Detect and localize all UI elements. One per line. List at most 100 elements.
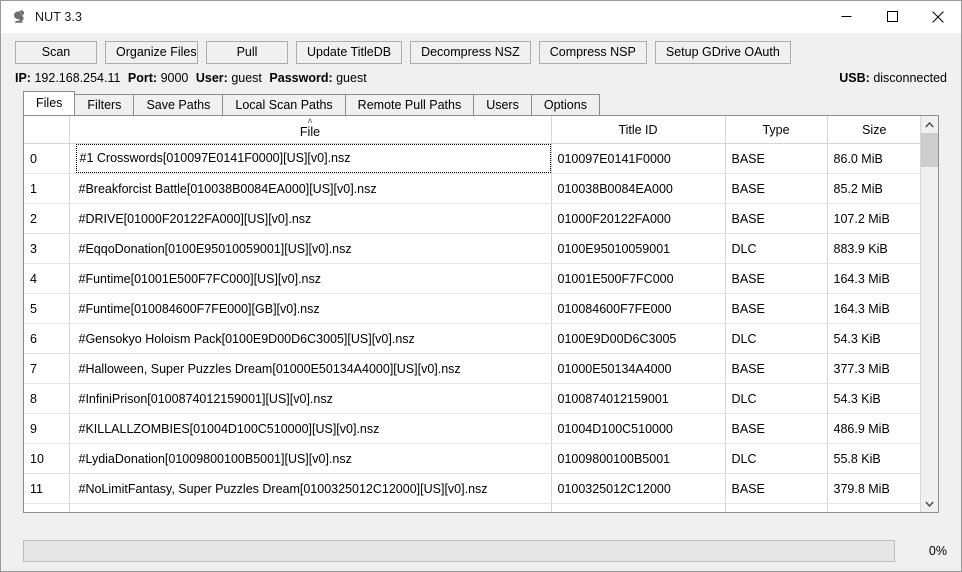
scrollbar-thumb[interactable] bbox=[921, 133, 938, 167]
title-id-cell[interactable]: 01000E50134A4000 bbox=[551, 353, 726, 384]
type-cell[interactable]: BASE bbox=[725, 203, 828, 234]
file-name-cell[interactable]: #Funtime[01001E500F7FC000][US][v0].nsz bbox=[69, 263, 552, 294]
title-id-cell[interactable]: 0100E95010059001 bbox=[551, 233, 726, 264]
size-cell[interactable]: 377.3 MiB bbox=[827, 353, 920, 384]
scrollbar-track[interactable] bbox=[921, 133, 938, 495]
type-cell[interactable]: DLC bbox=[725, 233, 828, 264]
size-cell[interactable]: 86.0 MiB bbox=[827, 143, 920, 174]
column-header-index[interactable] bbox=[24, 116, 70, 144]
file-name-cell[interactable]: #1 Crosswords[010097E0141F0000][US][v0].… bbox=[69, 143, 552, 174]
decompress-nsz-button[interactable]: Decompress NSZ bbox=[410, 41, 531, 64]
tab-files[interactable]: Files bbox=[23, 91, 76, 115]
title-id-cell[interactable]: 010084600F7FE000 bbox=[551, 293, 726, 324]
connection-info-bar: IP: 192.168.254.11 Port: 9000 User: gues… bbox=[1, 64, 961, 89]
title-id-cell[interactable]: 01009800100B5001 bbox=[551, 443, 726, 474]
tab-save-paths[interactable]: Save Paths bbox=[133, 94, 224, 116]
column-header-type[interactable]: Type bbox=[725, 116, 828, 144]
file-name-cell[interactable]: #EqqoDonation[0100E95010059001][US][v0].… bbox=[69, 233, 552, 264]
type-cell[interactable]: BASE bbox=[725, 293, 828, 324]
tab-options[interactable]: Options bbox=[530, 94, 600, 116]
ip-label: IP: bbox=[15, 71, 31, 85]
column-header-file[interactable]: ˄ File bbox=[69, 116, 552, 144]
table-row[interactable]: 2 #DRIVE[01000F20122FA000][US][v0].nsz 010… bbox=[24, 203, 920, 234]
table-row[interactable]: 10 #LydiaDonation[01009800100B5001][US][v… bbox=[24, 443, 920, 474]
table-row[interactable]: 8 #InfiniPrison[0100874012159001][US][v0]… bbox=[24, 383, 920, 414]
title-id-cell[interactable]: 0100325012C12000 bbox=[551, 473, 726, 504]
file-name-text: #LydiaDonation[01009800100B5001][US][v0]… bbox=[78, 451, 352, 466]
table-row[interactable]: 0 #1 Crosswords[010097E0141F0000][US][v0]… bbox=[24, 143, 920, 174]
size-cell[interactable]: 883.9 KiB bbox=[827, 233, 920, 264]
tab-filters[interactable]: Filters bbox=[74, 94, 135, 116]
close-button[interactable] bbox=[915, 1, 961, 32]
title-id-cell[interactable]: 01004D100C510000 bbox=[551, 413, 726, 444]
file-name-cell[interactable]: #Breakforcist Battle[010038B0084EA000][U… bbox=[69, 173, 552, 204]
file-name-cell[interactable]: #DRIVE[01000F20122FA000][US][v0].nsz bbox=[69, 203, 552, 234]
type-cell[interactable]: BASE bbox=[725, 353, 828, 384]
size-cell[interactable]: 140.2 MiB bbox=[827, 503, 920, 512]
file-name-cell[interactable]: #PocoDieRun[0100FD400F5C8000][US][v0].ns… bbox=[69, 503, 552, 512]
row-index-cell: 3 bbox=[24, 233, 70, 264]
minimize-button[interactable] bbox=[823, 1, 869, 32]
title-id-cell[interactable]: 01001E500F7FC000 bbox=[551, 263, 726, 294]
maximize-button[interactable] bbox=[869, 1, 915, 32]
column-header-title-id[interactable]: Title ID bbox=[551, 116, 726, 144]
file-name-cell[interactable]: #Halloween, Super Puzzles Dream[01000E50… bbox=[69, 353, 552, 384]
type-cell[interactable]: DLC bbox=[725, 443, 828, 474]
type-cell[interactable]: BASE bbox=[725, 143, 828, 174]
file-name-cell[interactable]: #NoLimitFantasy, Super Puzzles Dream[010… bbox=[69, 473, 552, 504]
column-header-size[interactable]: Size bbox=[827, 116, 920, 144]
title-bar: NUT 3.3 bbox=[1, 1, 961, 33]
file-name-text: #InfiniPrison[0100874012159001][US][v0].… bbox=[78, 391, 333, 406]
tab-remote-pull-paths[interactable]: Remote Pull Paths bbox=[344, 94, 475, 116]
user-value: guest bbox=[231, 71, 262, 85]
compress-nsp-button[interactable]: Compress NSP bbox=[538, 41, 647, 64]
size-cell[interactable]: 55.8 KiB bbox=[827, 443, 920, 474]
file-name-cell[interactable]: #Gensokyo Holoism Pack[0100E9D00D6C3005]… bbox=[69, 323, 552, 354]
size-cell[interactable]: 164.3 MiB bbox=[827, 293, 920, 324]
type-cell[interactable]: DLC bbox=[725, 383, 828, 414]
file-name-cell[interactable]: #LydiaDonation[01009800100B5001][US][v0]… bbox=[69, 443, 552, 474]
pull-button[interactable]: Pull bbox=[206, 41, 288, 64]
table-row[interactable]: 9 #KILLALLZOMBIES[01004D100C510000][US][v… bbox=[24, 413, 920, 444]
title-id-cell[interactable]: 0100FD400F5C8000 bbox=[551, 503, 726, 512]
update-titledb-button[interactable]: Update TitleDB bbox=[296, 41, 403, 64]
type-cell[interactable]: BASE bbox=[725, 473, 828, 504]
size-cell[interactable]: 107.2 MiB bbox=[827, 203, 920, 234]
file-name-cell[interactable]: #KILLALLZOMBIES[01004D100C510000][US][v0… bbox=[69, 413, 552, 444]
tab-users[interactable]: Users bbox=[473, 94, 532, 116]
title-id-cell[interactable]: 0100874012159001 bbox=[551, 383, 726, 414]
title-id-cell[interactable]: 010038B0084EA000 bbox=[551, 173, 726, 204]
type-cell[interactable]: DLC bbox=[725, 323, 828, 354]
table-row[interactable]: 12 #PocoDieRun[0100FD400F5C8000][US][v0].… bbox=[24, 503, 920, 512]
vertical-scrollbar[interactable] bbox=[920, 116, 938, 512]
table-row[interactable]: 5 #Funtime[010084600F7FE000][GB][v0].nsz 0… bbox=[24, 293, 920, 324]
scroll-up-arrow-icon[interactable] bbox=[921, 116, 938, 133]
scan-button[interactable]: Scan bbox=[15, 41, 97, 64]
size-cell[interactable]: 54.3 KiB bbox=[827, 323, 920, 354]
table-row[interactable]: 7 #Halloween, Super Puzzles Dream[01000E5… bbox=[24, 353, 920, 384]
title-id-cell[interactable]: 01000F20122FA000 bbox=[551, 203, 726, 234]
size-cell[interactable]: 486.9 MiB bbox=[827, 413, 920, 444]
table-row[interactable]: 1 #Breakforcist Battle[010038B0084EA000][… bbox=[24, 173, 920, 204]
size-cell[interactable]: 379.8 MiB bbox=[827, 473, 920, 504]
title-id-cell[interactable]: 010097E0141F0000 bbox=[551, 143, 726, 174]
column-header-file-label: File bbox=[299, 125, 321, 139]
table-row[interactable]: 11 #NoLimitFantasy, Super Puzzles Dream[0… bbox=[24, 473, 920, 504]
file-name-cell[interactable]: #InfiniPrison[0100874012159001][US][v0].… bbox=[69, 383, 552, 414]
setup-gdrive-oauth-button[interactable]: Setup GDrive OAuth bbox=[654, 41, 791, 64]
organize-files-button[interactable]: Organize Files bbox=[105, 41, 198, 64]
type-cell[interactable]: BASE bbox=[725, 413, 828, 444]
table-row[interactable]: 6 #Gensokyo Holoism Pack[0100E9D00D6C3005… bbox=[24, 323, 920, 354]
type-cell[interactable]: BASE bbox=[725, 263, 828, 294]
tab-local-scan-paths[interactable]: Local Scan Paths bbox=[222, 94, 346, 116]
title-id-cell[interactable]: 0100E9D00D6C3005 bbox=[551, 323, 726, 354]
file-name-cell[interactable]: #Funtime[010084600F7FE000][GB][v0].nsz bbox=[69, 293, 552, 324]
size-cell[interactable]: 164.3 MiB bbox=[827, 263, 920, 294]
table-row[interactable]: 4 #Funtime[01001E500F7FC000][US][v0].nsz 0… bbox=[24, 263, 920, 294]
type-cell[interactable]: BASE bbox=[725, 173, 828, 204]
table-row[interactable]: 3 #EqqoDonation[0100E95010059001][US][v0]… bbox=[24, 233, 920, 264]
scroll-down-arrow-icon[interactable] bbox=[921, 495, 938, 512]
size-cell[interactable]: 54.3 KiB bbox=[827, 383, 920, 414]
size-cell[interactable]: 85.2 MiB bbox=[827, 173, 920, 204]
type-cell[interactable]: BASE bbox=[725, 503, 828, 512]
